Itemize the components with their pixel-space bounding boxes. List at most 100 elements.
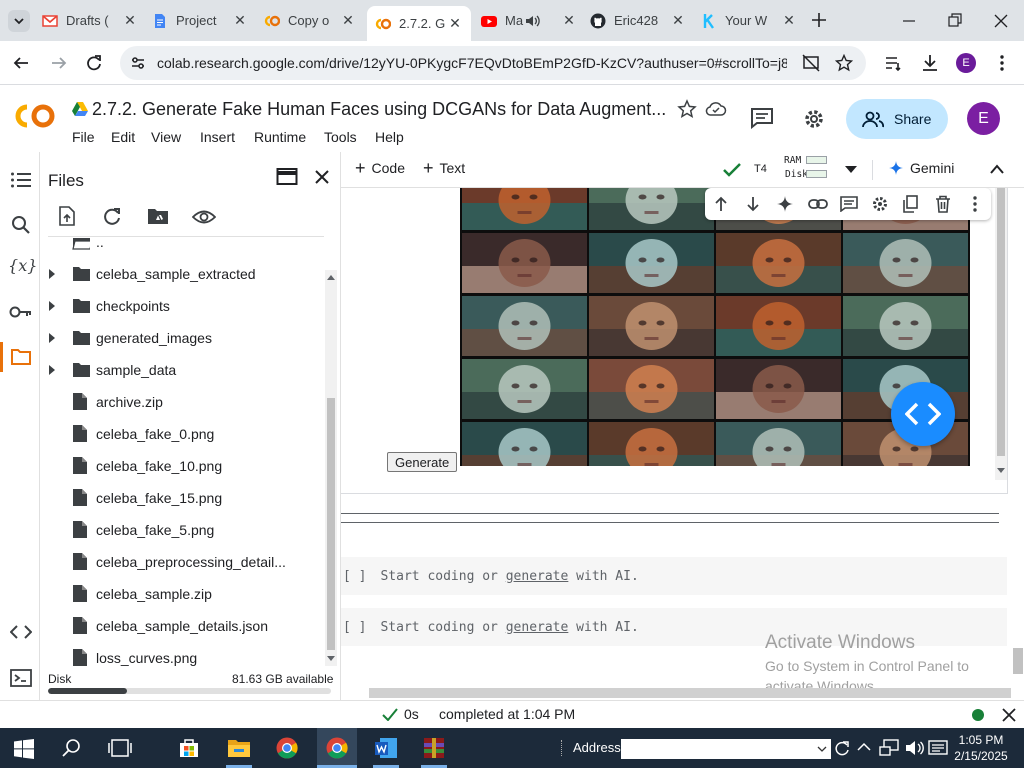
gemini-button[interactable]: Gemini: [889, 160, 954, 176]
file-row[interactable]: loss_curves.png: [40, 642, 324, 666]
file-row[interactable]: celeba_fake_0.png: [40, 418, 324, 450]
browser-tab[interactable]: Project ✕: [152, 8, 248, 33]
comment-icon[interactable]: [750, 107, 774, 129]
star-icon[interactable]: [677, 99, 697, 119]
file-tree-parent[interactable]: ..: [40, 238, 324, 258]
show-hidden-files-icon[interactable]: [192, 209, 216, 225]
url-text[interactable]: colab.research.google.com/drive/12yYU-0P…: [157, 55, 787, 71]
expand-arrow-icon[interactable]: [48, 365, 56, 375]
refresh-icon[interactable]: [102, 206, 122, 226]
folder-files-icon[interactable]: [10, 347, 32, 367]
scroll-down-arrow-icon[interactable]: [997, 468, 1005, 474]
browser-tab[interactable]: 2.7.2. G ✕: [367, 6, 471, 41]
restore-button[interactable]: [944, 10, 966, 32]
sparkle-icon[interactable]: [777, 196, 793, 212]
mirror-cell-icon[interactable]: [903, 195, 919, 213]
microsoft-word-icon[interactable]: [374, 737, 398, 759]
output-scrollbar-thumb[interactable]: [997, 188, 1005, 456]
microsoft-store-icon[interactable]: [178, 737, 200, 759]
search-icon[interactable]: [10, 214, 32, 236]
folder-row[interactable]: sample_data: [40, 354, 324, 386]
back-button[interactable]: [10, 52, 32, 74]
tab-close-icon[interactable]: ✕: [232, 12, 248, 29]
network-icon[interactable]: [879, 739, 899, 757]
comment-icon[interactable]: [840, 196, 858, 212]
browser-tab[interactable]: Your W ✕: [701, 8, 797, 33]
scroll-down-arrow-icon[interactable]: [327, 656, 335, 662]
generate-link[interactable]: generate: [506, 569, 569, 584]
generate-button[interactable]: Generate: [387, 452, 458, 472]
folder-row[interactable]: checkpoints: [40, 290, 324, 322]
site-info-icon[interactable]: [130, 55, 146, 71]
task-view-icon[interactable]: [108, 739, 132, 757]
add-text-button[interactable]: + Text: [423, 159, 465, 177]
expand-arrow-icon[interactable]: [48, 333, 56, 343]
ram-usage-bar[interactable]: [806, 156, 827, 164]
tab-close-icon[interactable]: ✕: [781, 12, 797, 29]
download-icon[interactable]: [920, 53, 940, 73]
floating-code-button[interactable]: [891, 382, 955, 446]
terminal-icon[interactable]: [10, 668, 32, 688]
reload-button[interactable]: [83, 52, 105, 74]
menu-insert[interactable]: Insert: [200, 129, 235, 145]
execution-duration[interactable]: 0s: [404, 706, 419, 722]
scrollbar-thumb[interactable]: [327, 398, 335, 650]
share-button[interactable]: Share: [846, 99, 948, 139]
output-scrollbar[interactable]: [995, 188, 1007, 480]
new-tab-button[interactable]: [808, 8, 830, 32]
forward-button[interactable]: [48, 52, 70, 74]
notebook-scrollbar-thumb[interactable]: [1013, 648, 1023, 674]
windows-start-icon[interactable]: [14, 739, 34, 759]
notebook-title[interactable]: 2.7.2. Generate Fake Human Faces using D…: [92, 99, 666, 120]
chevron-down-icon[interactable]: [845, 166, 857, 174]
menu-help[interactable]: Help: [375, 129, 404, 145]
expand-arrow-icon[interactable]: [48, 269, 56, 279]
bookmark-star-icon[interactable]: [835, 54, 853, 72]
move-down-icon[interactable]: [745, 196, 761, 212]
add-code-button[interactable]: + Code: [355, 159, 405, 177]
close-panel-icon[interactable]: [313, 168, 331, 186]
tab-close-icon[interactable]: ✕: [561, 12, 577, 29]
code-snippets-icon[interactable]: [10, 624, 32, 640]
browser-tab[interactable]: Drafts (✕: [42, 8, 138, 33]
ime-keyboard-icon[interactable]: [928, 739, 948, 757]
chevron-up-icon[interactable]: [857, 742, 871, 752]
minimize-button[interactable]: [898, 10, 920, 32]
close-icon[interactable]: [1002, 708, 1016, 722]
menu-file[interactable]: File: [72, 129, 95, 145]
tab-audio-icon[interactable]: [525, 14, 561, 28]
reading-list-icon[interactable]: [884, 54, 902, 72]
upload-file-icon[interactable]: [58, 206, 76, 226]
generate-link[interactable]: generate: [506, 620, 569, 635]
system-clock[interactable]: 1:05 PM 2/15/2025: [951, 732, 1011, 764]
file-row[interactable]: celeba_fake_5.png: [40, 514, 324, 546]
delete-trash-icon[interactable]: [935, 195, 951, 213]
tab-close-icon[interactable]: ✕: [447, 15, 463, 32]
colab-logo-icon[interactable]: [13, 102, 57, 130]
volume-icon[interactable]: [904, 739, 924, 757]
tab-close-icon[interactable]: ✕: [122, 12, 138, 29]
file-row[interactable]: celeba_sample.zip: [40, 578, 324, 610]
tab-search-button[interactable]: [8, 10, 30, 32]
tab-close-icon[interactable]: ✕: [670, 12, 686, 29]
menu-edit[interactable]: Edit: [111, 129, 135, 145]
chrome-icon[interactable]: [326, 737, 348, 759]
runtime-type[interactable]: T4: [754, 163, 767, 175]
file-row[interactable]: archive.zip: [40, 386, 324, 418]
open-in-tab-icon[interactable]: [276, 167, 298, 187]
settings-gear-icon[interactable]: [871, 195, 889, 213]
go-refresh-icon[interactable]: [833, 739, 851, 759]
chevron-up-icon[interactable]: [989, 163, 1005, 175]
cast-blocked-icon[interactable]: [802, 54, 820, 72]
run-cell-bracket[interactable]: [ ]: [343, 569, 366, 584]
search-icon[interactable]: [62, 738, 82, 758]
chevron-down-icon[interactable]: [817, 746, 827, 753]
link-icon[interactable]: [808, 197, 828, 211]
secrets-key-icon[interactable]: [9, 304, 33, 320]
menu-runtime[interactable]: Runtime: [254, 129, 306, 145]
variables-icon[interactable]: {x}: [8, 256, 37, 275]
menu-tools[interactable]: Tools: [324, 129, 357, 145]
user-avatar[interactable]: E: [967, 102, 1000, 135]
run-cell-bracket[interactable]: [ ]: [343, 620, 366, 635]
address-bar[interactable]: colab.research.google.com/drive/12yYU-0P…: [120, 46, 866, 80]
